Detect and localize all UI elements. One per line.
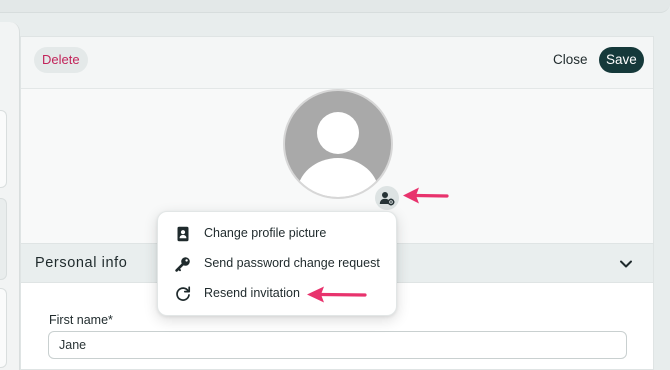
save-button[interactable]: Save (599, 47, 644, 73)
delete-button[interactable]: Delete (34, 47, 88, 73)
panel-header: Delete Close Save (21, 37, 653, 89)
left-card (0, 198, 7, 280)
left-card (0, 110, 7, 188)
menu-item-label: Change profile picture (204, 226, 327, 240)
user-avatar-placeholder-icon (297, 112, 379, 197)
contact-card-icon (177, 226, 189, 242)
left-card (0, 288, 7, 368)
user-edit-panel: Delete Close Save Personal info First na (20, 36, 654, 370)
chevron-down-icon[interactable] (619, 257, 633, 271)
top-bar (0, 0, 670, 13)
menu-item-send-password-change-request[interactable]: Send password change request (158, 249, 396, 279)
avatar (283, 89, 393, 199)
user-gear-icon (379, 192, 395, 206)
menu-item-label: Resend invitation (204, 286, 300, 300)
avatar-actions-menu: Change profile picture Send password cha… (157, 211, 397, 316)
close-button[interactable]: Close (547, 47, 594, 73)
key-icon (175, 257, 190, 272)
menu-item-change-profile-picture[interactable]: Change profile picture (158, 219, 396, 249)
refresh-icon (176, 286, 191, 301)
first-name-label: First name* (49, 313, 113, 327)
first-name-field[interactable] (48, 331, 627, 359)
menu-item-resend-invitation[interactable]: Resend invitation (158, 279, 396, 309)
section-title: Personal info (35, 255, 128, 271)
menu-item-label: Send password change request (204, 256, 380, 270)
manage-avatar-button[interactable] (375, 186, 399, 210)
